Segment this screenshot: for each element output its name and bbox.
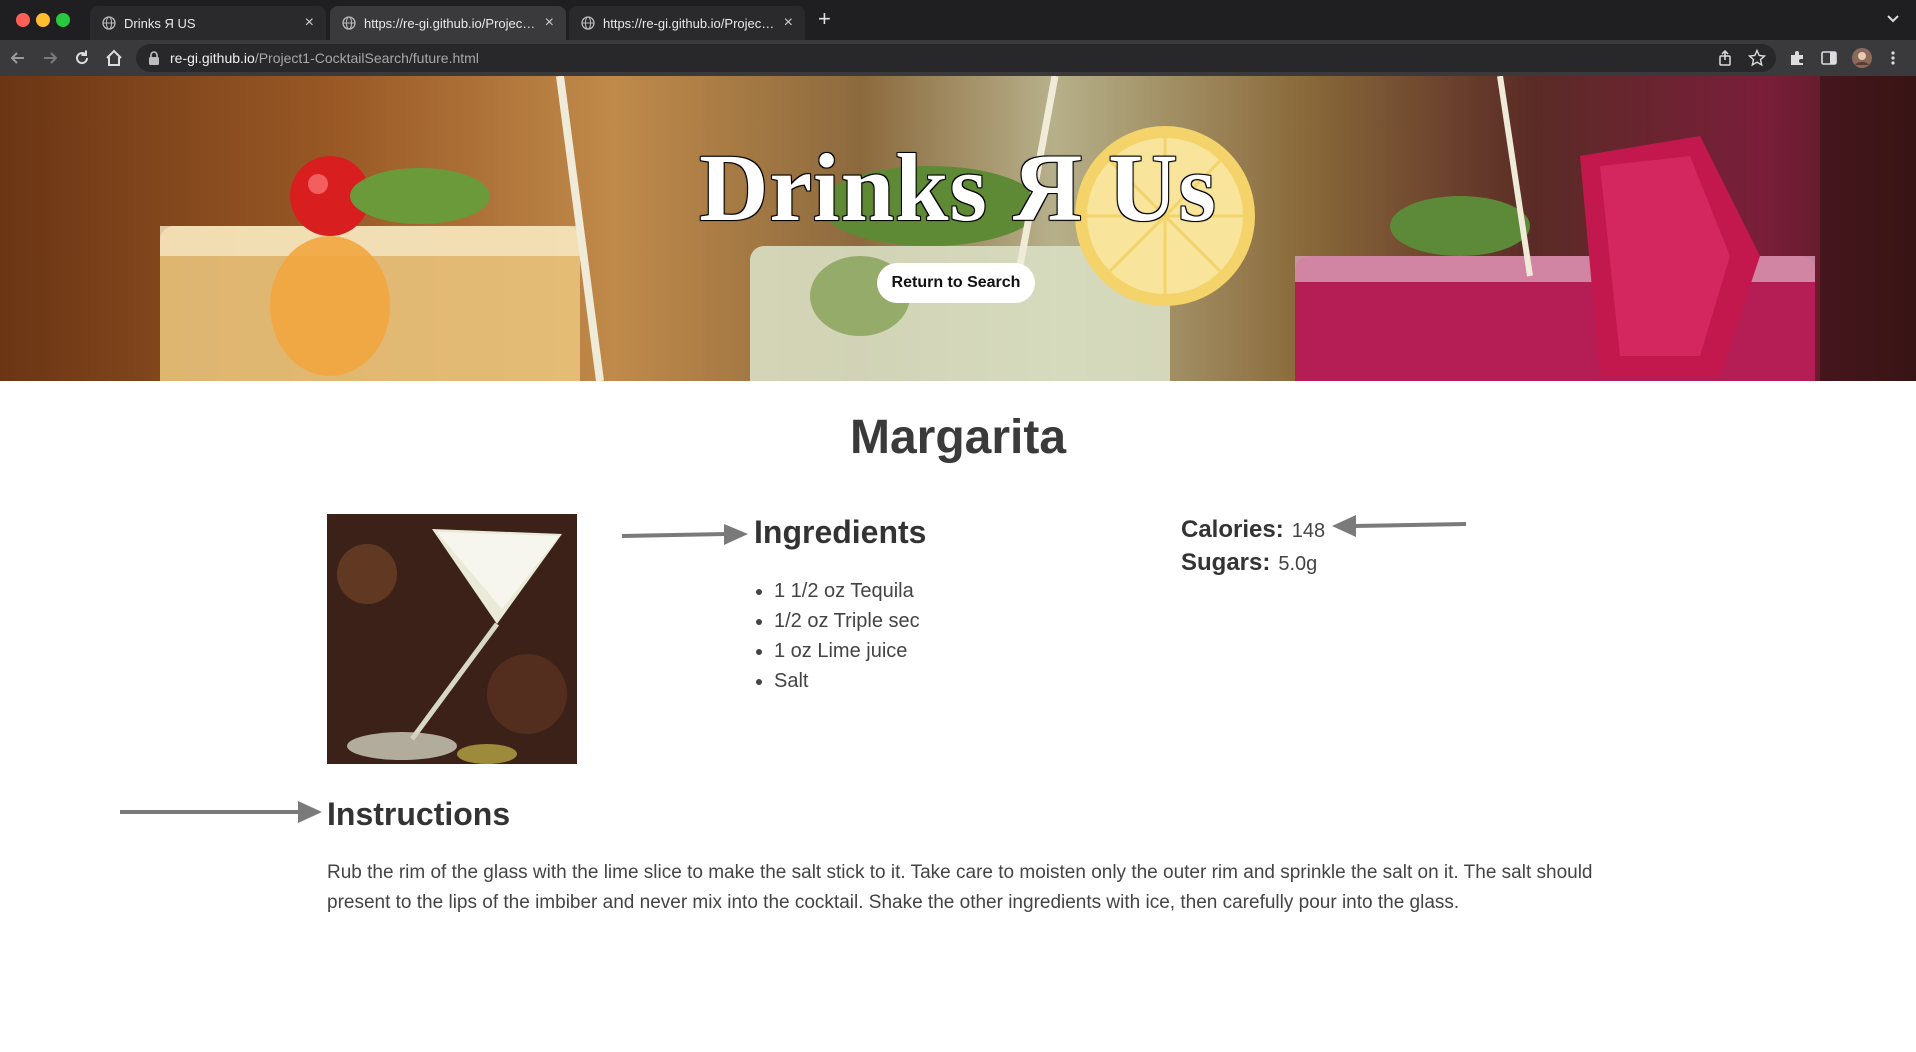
globe-icon xyxy=(342,16,356,30)
arrow-to-calories-icon xyxy=(1332,515,1467,537)
calories-label: Calories: xyxy=(1181,516,1284,543)
close-tab-icon[interactable]: × xyxy=(305,15,314,31)
calories-value: 148 xyxy=(1291,520,1326,542)
minimize-window-button[interactable] xyxy=(36,13,50,27)
close-window-button[interactable] xyxy=(16,13,30,27)
close-tab-icon[interactable]: × xyxy=(784,15,793,31)
sugars-row: Sugars: 5.0g xyxy=(1181,547,1325,580)
url-path: /Project1-CocktailSearch/future.html xyxy=(254,50,479,66)
lock-icon xyxy=(149,51,159,65)
more-menu-icon[interactable] xyxy=(1884,49,1902,67)
browser-tab[interactable]: https://re-gi.github.io/Project1- × xyxy=(569,6,805,40)
calories-row: Calories: 148 xyxy=(1181,514,1325,547)
browser-toolbar: re-gi.github.io/Project1-CocktailSearch/… xyxy=(0,40,1916,76)
nutrition-info: Calories: 148 Sugars: 5.0g xyxy=(1181,514,1325,580)
arrow-to-ingredients-icon xyxy=(621,524,748,545)
ingredient-item: 1 1/2 oz Tequila xyxy=(774,576,920,606)
return-to-search-button[interactable]: Return to Search xyxy=(877,263,1035,303)
share-icon[interactable] xyxy=(1716,49,1734,67)
globe-icon xyxy=(581,16,595,30)
margarita-photo xyxy=(327,514,577,764)
tab-title: https://re-gi.github.io/Project1- xyxy=(603,15,776,31)
side-panel-icon[interactable] xyxy=(1820,49,1838,67)
home-icon[interactable] xyxy=(104,48,124,68)
hero-banner: Drinks Я Us Return to Search xyxy=(0,76,1916,381)
browser-tab-bar: Drinks Я US × https://re-gi.github.io/Pr… xyxy=(0,0,1916,40)
ingredient-item: Salt xyxy=(774,666,920,696)
arrow-to-instructions-icon xyxy=(120,801,322,823)
tab-title: https://re-gi.github.io/Project1- xyxy=(364,15,537,31)
chevron-down-icon[interactable] xyxy=(1884,9,1902,27)
instructions-text: Rub the rim of the glass with the lime s… xyxy=(327,862,1593,913)
url-host: re-gi.github.io xyxy=(170,50,255,66)
new-tab-icon[interactable]: + xyxy=(818,8,831,30)
drink-name: Margarita xyxy=(849,411,1067,464)
ingredients-heading: Ingredients xyxy=(754,514,927,550)
sugars-label: Sugars: xyxy=(1181,549,1271,576)
close-tab-icon[interactable]: × xyxy=(545,15,554,31)
extensions-icon[interactable] xyxy=(1788,49,1806,67)
ingredient-item: 1 oz Lime juice xyxy=(774,636,920,666)
bookmark-star-icon[interactable] xyxy=(1748,49,1766,67)
ingredient-item: 1/2 oz Triple sec xyxy=(774,606,920,636)
maximize-window-button[interactable] xyxy=(56,13,70,27)
instructions-heading: Instructions xyxy=(327,796,511,832)
sugars-value: 5.0g xyxy=(1278,553,1318,575)
browser-tab-active[interactable]: https://re-gi.github.io/Project1- × xyxy=(330,6,566,40)
globe-icon xyxy=(102,16,116,30)
ingredients-list: 1 1/2 oz Tequila 1/2 oz Triple sec 1 oz … xyxy=(774,576,920,696)
reload-icon[interactable] xyxy=(72,48,92,68)
forward-arrow-icon[interactable] xyxy=(40,48,60,68)
back-arrow-icon[interactable] xyxy=(8,48,28,68)
profile-avatar[interactable] xyxy=(1852,48,1872,68)
browser-tab[interactable]: Drinks Я US × xyxy=(90,6,326,40)
site-title: Drinks Я Us xyxy=(699,134,1217,241)
address-bar[interactable]: re-gi.github.io/Project1-CocktailSearch/… xyxy=(136,44,1776,72)
tab-title: Drinks Я US xyxy=(124,15,196,31)
